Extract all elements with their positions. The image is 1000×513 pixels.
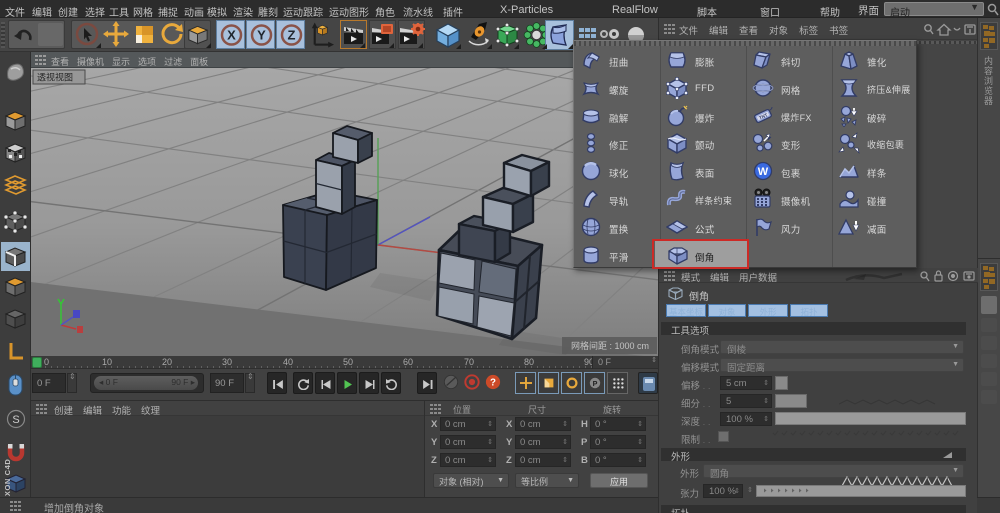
- svg-text:X: X: [227, 28, 236, 43]
- svg-text:?: ?: [490, 378, 496, 389]
- svg-text:S: S: [12, 414, 19, 426]
- svg-text:Z: Z: [288, 28, 296, 43]
- svg-text:网格间距 : 1000 cm: 网格间距 : 1000 cm: [571, 340, 649, 351]
- svg-text:透视视图: 透视视图: [37, 72, 73, 83]
- svg-text:Y: Y: [257, 28, 266, 43]
- svg-text:P: P: [593, 379, 598, 388]
- svg-text:W: W: [758, 166, 769, 178]
